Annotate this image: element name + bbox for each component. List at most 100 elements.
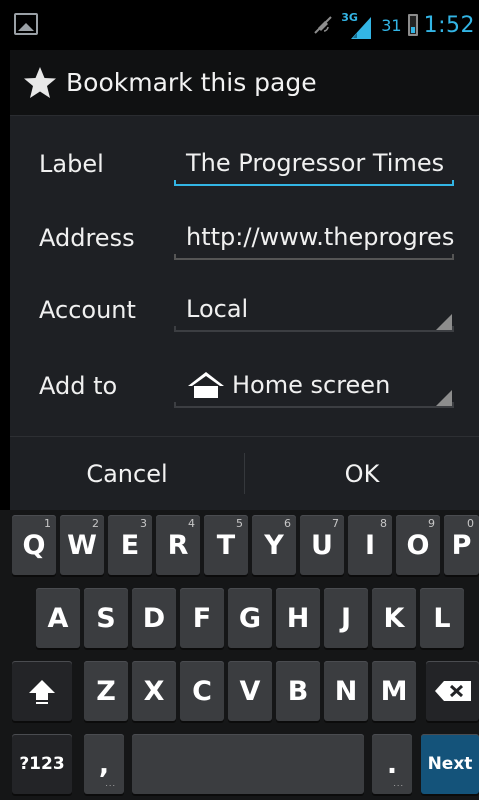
dropdown-corner-icon — [436, 390, 452, 406]
key-p-label: P — [451, 529, 472, 561]
key-d-label: D — [142, 602, 166, 634]
label-input-value: The Progressor Times — [186, 149, 445, 177]
key-e-label: E — [120, 529, 140, 561]
status-bar: 3G 31 1:52 — [0, 0, 479, 50]
account-field-label: Account — [39, 296, 136, 324]
symbols-key[interactable]: ?123 — [12, 734, 72, 794]
key-e-hint: 3 — [140, 517, 147, 530]
address-input-underline — [174, 254, 454, 260]
key-g[interactable]: G — [228, 588, 272, 648]
key-j[interactable]: J — [324, 588, 368, 648]
key-y-hint: 6 — [284, 517, 291, 530]
more-keys-icon: ... — [105, 779, 116, 788]
key-w[interactable]: W2 — [60, 515, 104, 575]
key-w-hint: 2 — [92, 517, 99, 530]
key-i-hint: 8 — [380, 517, 387, 530]
key-v[interactable]: V — [228, 661, 272, 721]
key-y[interactable]: Y6 — [252, 515, 296, 575]
key-s-label: S — [96, 602, 116, 634]
key-o[interactable]: O9 — [396, 515, 440, 575]
status-indicators: 3G 31 1:52 — [311, 8, 475, 42]
key-e[interactable]: E3 — [108, 515, 152, 575]
key-s[interactable]: S — [84, 588, 128, 648]
key-p-hint: 0 — [467, 517, 474, 530]
clock: 1:52 — [423, 12, 475, 38]
gallery-notification-icon — [14, 13, 38, 35]
comma-key-label: , — [98, 748, 110, 780]
label-input[interactable]: The Progressor Times — [174, 136, 454, 192]
key-t[interactable]: T5 — [204, 515, 248, 575]
period-key[interactable]: .... — [372, 734, 412, 794]
key-i[interactable]: I8 — [348, 515, 392, 575]
bookmark-dialog: Bookmark this page Label The Progressor … — [10, 50, 479, 510]
add-to-row: Add to Home screen — [10, 350, 479, 420]
key-f[interactable]: F — [180, 588, 224, 648]
key-x[interactable]: X — [132, 661, 176, 721]
key-u-label: U — [311, 529, 333, 561]
key-q-label: Q — [22, 529, 46, 561]
comma-key[interactable]: ,... — [84, 734, 124, 794]
dialog-button-bar: Cancel OK — [10, 436, 479, 510]
key-i-label: I — [364, 529, 376, 561]
key-v-label: V — [239, 675, 261, 707]
symbols-key-label: ?123 — [19, 754, 65, 774]
key-p[interactable]: P0 — [444, 515, 479, 575]
shift-icon — [29, 680, 55, 704]
key-b[interactable]: B — [276, 661, 320, 721]
ok-button[interactable]: OK — [245, 437, 479, 510]
next-key-label: Next — [427, 754, 473, 774]
add-to-field-label: Add to — [39, 372, 118, 400]
address-input[interactable]: http://www.theprogressor — [174, 210, 454, 266]
add-to-spinner-value: Home screen — [232, 371, 391, 399]
key-k-label: K — [383, 602, 405, 634]
key-n-label: N — [334, 675, 358, 707]
key-g-label: G — [238, 602, 262, 634]
star-icon — [24, 66, 56, 98]
key-y-label: Y — [264, 529, 284, 561]
add-to-spinner-underline — [174, 402, 454, 408]
key-j-label: J — [340, 602, 352, 634]
key-c-label: C — [192, 675, 212, 707]
key-z[interactable]: Z — [84, 661, 128, 721]
account-row: Account Local — [10, 274, 479, 344]
key-c[interactable]: C — [180, 661, 224, 721]
key-l-label: L — [433, 602, 451, 634]
space-key[interactable] — [132, 734, 364, 794]
key-n[interactable]: N — [324, 661, 368, 721]
key-t-label: T — [216, 529, 236, 561]
label-field-label: Label — [39, 150, 104, 178]
key-b-label: B — [287, 675, 309, 707]
key-r-hint: 4 — [188, 517, 195, 530]
key-z-label: Z — [96, 675, 116, 707]
address-field-label: Address — [39, 224, 135, 252]
backspace-key[interactable] — [426, 661, 479, 721]
soft-keyboard: Q1 W2 E3 R4 T5 Y6 U7 I8 O9 P0 A S D F G … — [0, 510, 479, 800]
account-spinner-value: Local — [186, 295, 249, 323]
cancel-button[interactable]: Cancel — [10, 437, 244, 510]
key-d[interactable]: D — [132, 588, 176, 648]
backspace-icon — [434, 681, 471, 701]
key-w-label: W — [67, 529, 97, 561]
key-r[interactable]: R4 — [156, 515, 200, 575]
key-u-hint: 7 — [332, 517, 339, 530]
key-h-label: H — [286, 602, 310, 634]
key-m[interactable]: M — [372, 661, 416, 721]
key-u[interactable]: U7 — [300, 515, 344, 575]
key-h[interactable]: H — [276, 588, 320, 648]
key-o-hint: 9 — [428, 517, 435, 530]
period-key-label: . — [386, 748, 398, 780]
label-row: Label The Progressor Times — [10, 128, 479, 198]
label-input-underline — [174, 180, 454, 186]
shift-key[interactable] — [12, 661, 72, 721]
next-key[interactable]: Next — [421, 734, 479, 794]
account-spinner[interactable]: Local — [174, 282, 454, 338]
add-to-spinner[interactable]: Home screen — [174, 358, 454, 414]
key-a[interactable]: A — [36, 588, 80, 648]
key-q[interactable]: Q1 — [12, 515, 56, 575]
key-x-label: X — [143, 675, 165, 707]
signal-strength-icon: 3G — [341, 11, 375, 39]
key-l[interactable]: L — [420, 588, 464, 648]
battery-icon — [407, 14, 418, 36]
key-q-hint: 1 — [44, 517, 51, 530]
key-k[interactable]: K — [372, 588, 416, 648]
